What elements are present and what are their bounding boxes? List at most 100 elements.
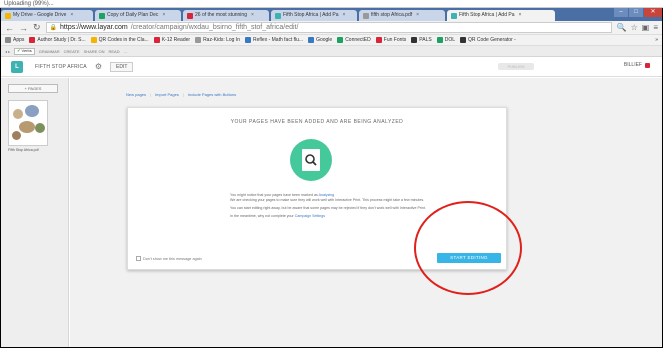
extension-icon[interactable]: ▣	[642, 23, 650, 32]
bookmark-icon	[195, 37, 202, 43]
star-icon[interactable]: ☆	[631, 23, 638, 32]
ext-label-read[interactable]: READ	[108, 49, 119, 54]
minimize-icon[interactable]: –	[614, 8, 628, 17]
tab-label: Fifth Stop Africa | Add Pa	[283, 12, 339, 18]
tab-close-icon[interactable]: ×	[70, 10, 73, 21]
ext-label-more[interactable]: ...	[124, 49, 127, 54]
browser-tab[interactable]: 26 of the most stunning ×	[183, 10, 269, 21]
verbs-button[interactable]: ✔ Verbs	[14, 47, 35, 55]
bookmark-label: Author Study | Dr. S...	[37, 37, 86, 43]
campaign-settings-link[interactable]: Campaign Settings	[295, 214, 325, 218]
bookmark-item[interactable]: K-12 Reader	[153, 37, 190, 43]
include-pages-link[interactable]: Include Pages with Buttons	[188, 92, 236, 97]
dont-show-label: Don't show me this message again	[143, 256, 202, 261]
analyzing-link[interactable]: Analyzing	[319, 193, 335, 197]
ext-arrow-icon[interactable]: ◂ ▸	[5, 49, 10, 54]
page-thumbnail-label: Fifth Stop Africa.pdf	[8, 148, 39, 152]
bookmark-item[interactable]: ConnectED	[337, 37, 371, 43]
ext-label-grammar[interactable]: GRAMMAR	[39, 49, 60, 54]
message-paragraph: You can start editing right away, but be…	[230, 206, 426, 210]
bookmarks-more-button[interactable]: »	[655, 37, 662, 43]
url-path: /creator/campaign/wxdau_bsirno_fifth_sto…	[130, 23, 299, 31]
window-controls: – □ ✕	[613, 8, 662, 20]
url-input[interactable]: 🔒 https://www.layar.com/creator/campaign…	[45, 22, 612, 33]
editor-main: New pages | Import Pages | Include Pages…	[70, 78, 662, 347]
bookmark-item[interactable]: Apps	[5, 37, 24, 43]
browser-tab[interactable]: Copy of Daily Plan Dec ×	[95, 10, 181, 21]
thumb-image-part	[19, 121, 35, 133]
user-menu[interactable]: BILLIEF	[624, 62, 650, 68]
dont-show-row: Don't show me this message again	[136, 256, 202, 261]
tab-label: 26 of the most stunning	[195, 12, 247, 18]
tab-label: My Drive - Google Drive	[13, 12, 67, 18]
bookmark-icon	[29, 37, 36, 43]
bookmark-item[interactable]: QR Codes in the Cla...	[90, 37, 149, 43]
message-text: We are checking your pages to make sure …	[230, 198, 425, 202]
bookmark-item[interactable]: Fun Fonts	[375, 37, 407, 43]
bookmark-item[interactable]: Raz-Kids: Log In	[195, 37, 240, 43]
bookmark-item[interactable]: Reflex - Math fact flu...	[245, 37, 303, 43]
reload-icon[interactable]: ↻	[33, 22, 41, 33]
bookmark-icon	[337, 37, 344, 43]
page-thumbnail[interactable]	[8, 100, 48, 146]
browser-tools: 🔍 ☆ ▣ ≡	[617, 23, 658, 32]
browser-tab[interactable]: My Drive - Google Drive ×	[1, 10, 93, 21]
tab-favicon-icon	[275, 12, 281, 19]
tab-close-icon[interactable]: ×	[519, 10, 522, 21]
tab-close-icon[interactable]: ×	[416, 10, 419, 21]
layar-logo[interactable]: L	[11, 60, 23, 73]
forward-icon[interactable]: →	[19, 23, 28, 33]
import-pages-link[interactable]: Import Pages	[155, 92, 179, 97]
add-pages-button[interactable]: + PAGES	[8, 84, 58, 93]
thumb-image-part	[35, 123, 45, 133]
back-icon[interactable]: ←	[5, 23, 14, 33]
edit-tab[interactable]: EDIT	[110, 61, 134, 72]
bookmark-item[interactable]: PALS	[411, 37, 432, 43]
tab-label: Copy of Daily Plan Dec	[107, 12, 159, 18]
gear-icon[interactable]: ⚙	[95, 62, 102, 71]
bookmark-item[interactable]: Google	[308, 37, 332, 43]
dont-show-checkbox[interactable]	[136, 256, 141, 261]
url-host: https://www.layar.com	[60, 23, 128, 31]
app-header: L FIFTH STOP AFRICA ⚙ EDIT PUBLISH BILLI…	[1, 57, 662, 77]
bookmark-icon	[90, 37, 97, 43]
publish-button[interactable]: PUBLISH	[498, 63, 534, 70]
document-icon	[302, 149, 320, 171]
browser-tab[interactable]: Fifth Stop Africa | Add Pa ×	[271, 10, 357, 21]
bookmark-label: ConnectED	[345, 37, 371, 43]
tab-close-icon[interactable]: ×	[162, 10, 165, 21]
user-name: BILLIEF	[623, 62, 642, 68]
ext-label-share[interactable]: SHARE ON	[84, 49, 105, 54]
bookmark-label: Fun Fonts	[383, 37, 407, 43]
message-text: You might notice that your pages have be…	[230, 193, 318, 197]
bookmarks-bar: Apps Author Study | Dr. S... QR Codes in t…	[1, 35, 662, 46]
tab-favicon-icon	[363, 12, 369, 19]
message-paragraph: You might notice that your pages have be…	[230, 193, 430, 203]
tab-favicon-icon	[99, 12, 105, 19]
campaign-title: FIFTH STOP AFRICA	[35, 63, 87, 70]
ext-label-create[interactable]: CREATE	[64, 49, 80, 54]
new-pages-link[interactable]: New pages	[126, 92, 146, 97]
bookmark-item[interactable]: DOL	[436, 37, 455, 43]
lock-icon: 🔒	[49, 24, 58, 31]
analyzing-icon	[290, 139, 332, 181]
zoom-icon[interactable]: 🔍	[617, 23, 627, 32]
browser-tab[interactable]: Fifth Stop Africa | Add Pa ×	[447, 10, 555, 21]
annotation-circle	[414, 201, 522, 295]
bookmark-item[interactable]: QR Code Generator -	[459, 37, 516, 43]
bookmark-label: DOL	[444, 37, 455, 43]
bookmark-icon	[5, 37, 11, 43]
thumb-image-part	[25, 105, 39, 117]
address-bar: ← → ↻ 🔒 https://www.layar.com/creator/ca…	[1, 21, 662, 35]
tab-close-icon[interactable]: ×	[251, 10, 254, 21]
bookmark-icon	[308, 37, 315, 43]
bookmark-label: QR Code Generator -	[467, 37, 516, 43]
bookmark-icon	[375, 37, 382, 43]
dialog-title: YOUR PAGES HAVE BEEN ADDED AND ARE BEING…	[230, 119, 404, 125]
maximize-icon[interactable]: □	[629, 8, 643, 17]
bookmark-item[interactable]: Author Study | Dr. S...	[29, 37, 86, 43]
tab-close-icon[interactable]: ×	[343, 10, 346, 21]
browser-tab[interactable]: fifth stop Africa.pdf ×	[359, 10, 445, 21]
close-window-icon[interactable]: ✕	[644, 8, 662, 17]
menu-icon[interactable]: ≡	[653, 23, 658, 32]
